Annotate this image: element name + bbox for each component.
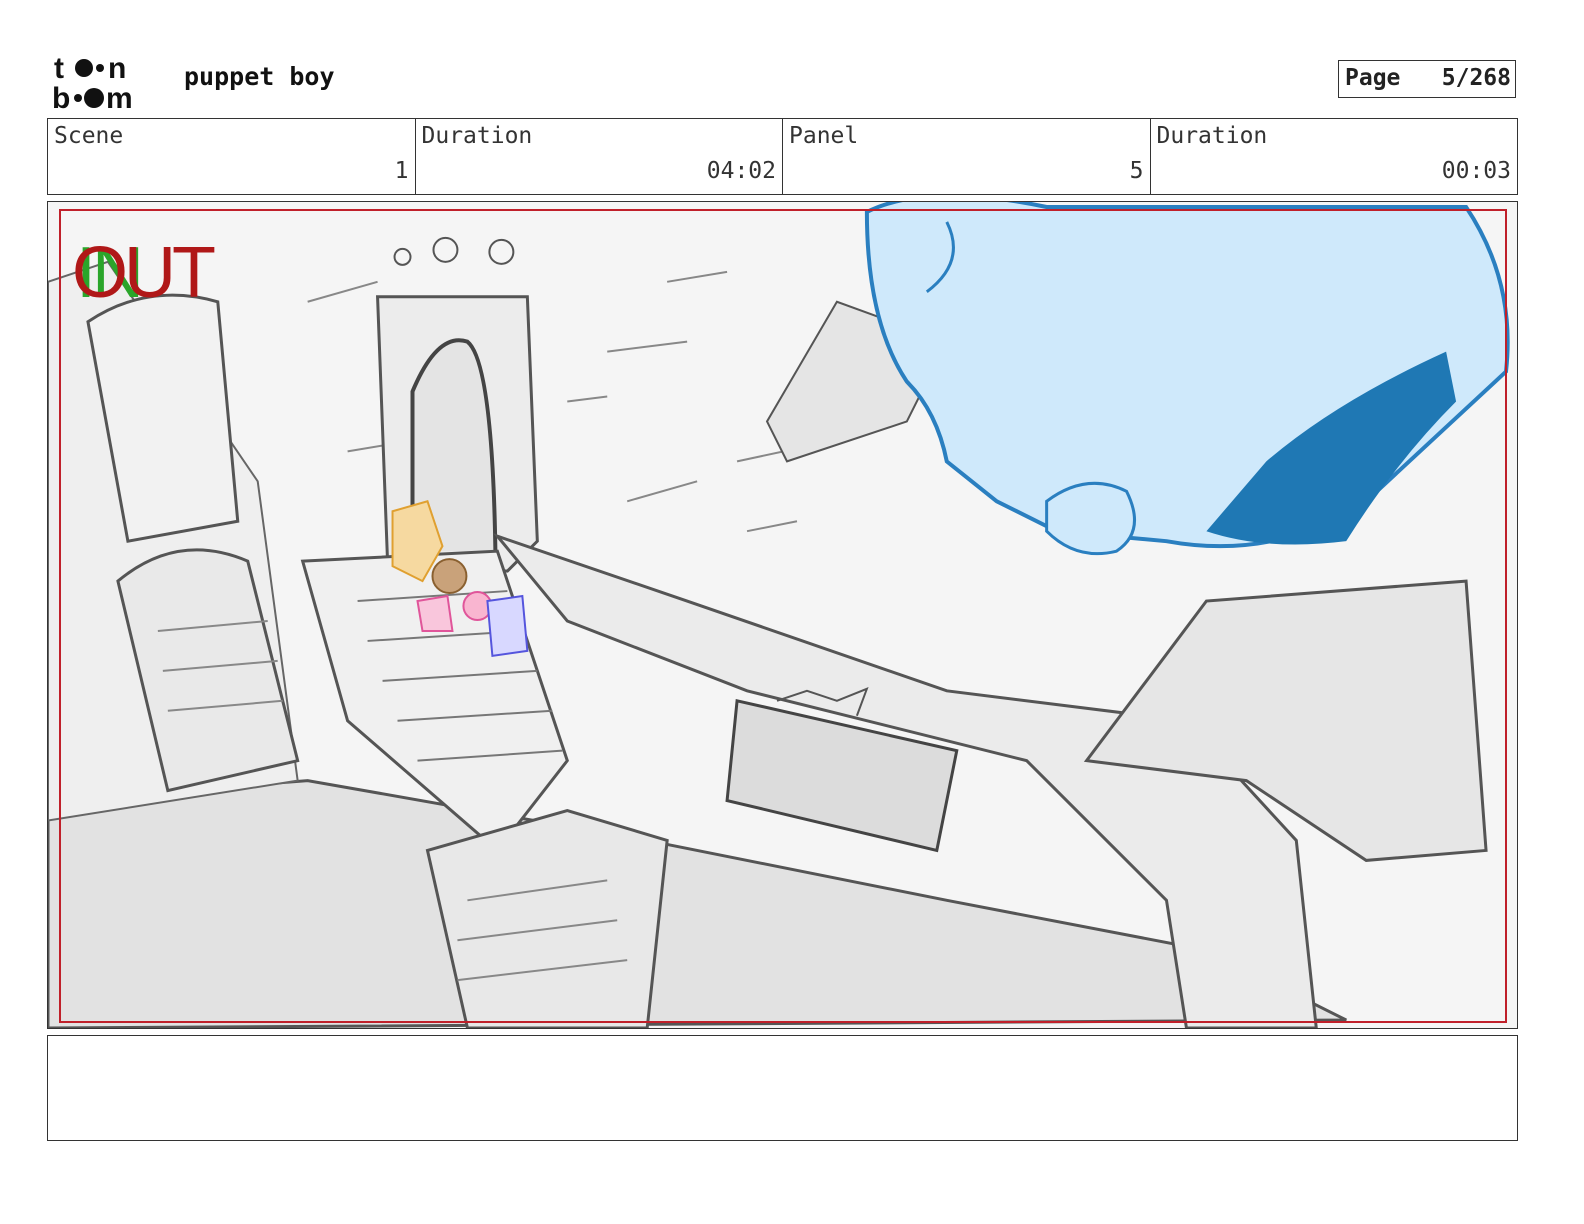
panel-duration-label: Duration: [1156, 123, 1268, 149]
project-title: puppet boy: [184, 62, 335, 91]
scene-cell: Scene 1: [48, 119, 416, 194]
out-marker: OUT: [72, 233, 216, 313]
scene-duration-cell: Duration 04:02: [416, 119, 783, 194]
panel-duration-value: 00:03: [1441, 158, 1511, 184]
scene-value: 1: [394, 158, 409, 184]
page-label: Page: [1345, 65, 1401, 91]
page-value: 5/268: [1441, 65, 1511, 91]
panel-notes-box[interactable]: [47, 1035, 1518, 1141]
svg-text:n: n: [108, 52, 126, 85]
svg-text:b: b: [52, 82, 70, 112]
panel-label: Panel: [789, 123, 859, 149]
panel-info-row: Scene 1 Duration 04:02 Panel 5 Duration …: [47, 118, 1518, 195]
svg-text:t: t: [54, 52, 64, 85]
storyboard-panel: IN OUT: [47, 201, 1518, 1029]
panel-sketch: [48, 202, 1510, 1028]
svg-text:m: m: [106, 82, 133, 112]
scene-duration-value: 04:02: [706, 158, 776, 184]
scene-duration-label: Duration: [421, 123, 533, 149]
scene-label: Scene: [54, 123, 124, 149]
panel-cell: Panel 5: [783, 119, 1151, 194]
panel-value: 5: [1129, 158, 1144, 184]
panel-duration-cell: Duration 00:03: [1151, 119, 1518, 194]
page-counter: Page 5/268: [1338, 60, 1516, 98]
toon-boom-logo: t n b m: [52, 52, 133, 112]
